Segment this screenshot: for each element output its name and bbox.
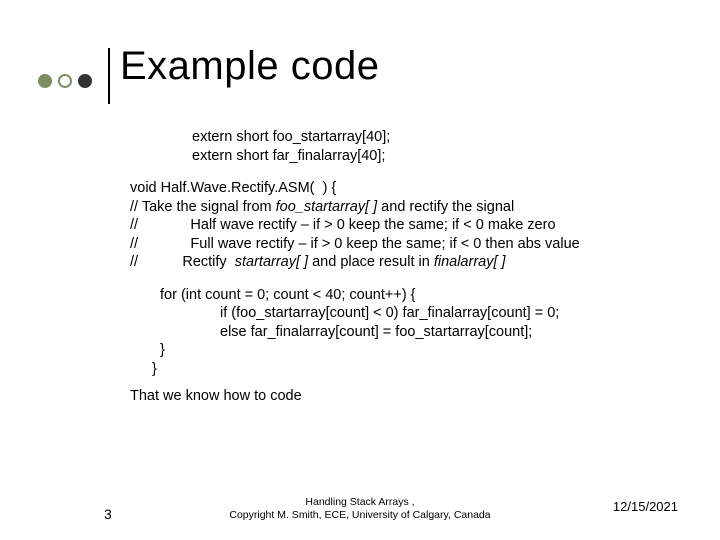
code-line: extern short foo_startarray[40];: [130, 128, 690, 147]
text-italic: finalarray[ ]: [434, 254, 506, 270]
slide: Example code extern short foo_startarray…: [0, 0, 720, 540]
text: and rectify the signal: [377, 199, 514, 215]
bullet-icon: [58, 74, 72, 88]
closing-text: That we know how to code: [130, 387, 690, 406]
spacer: [130, 165, 690, 179]
footer-date: 12/15/2021: [613, 499, 678, 514]
code-line: void Half.Wave.Rectify.ASM( ) {: [130, 179, 690, 198]
title-bullets: [38, 74, 92, 88]
bullet-icon: [38, 74, 52, 88]
text: // Rectify: [130, 254, 235, 270]
code-line: // Rectify startarray[ ] and place resul…: [130, 253, 690, 272]
text: // Take the signal from: [130, 199, 276, 215]
title-divider: [108, 48, 110, 104]
bullet-icon: [78, 74, 92, 88]
code-line: // Full wave rectify – if > 0 keep the s…: [130, 235, 690, 254]
text-italic: startarray[ ]: [235, 254, 308, 270]
code-line: }: [130, 360, 690, 379]
code-line: // Take the signal from foo_startarray[ …: [130, 198, 690, 217]
text-italic: foo_startarray[ ]: [276, 199, 378, 215]
code-line: if (foo_startarray[count] < 0) far_final…: [130, 304, 690, 323]
text: and place result in: [308, 254, 434, 270]
slide-body: extern short foo_startarray[40]; extern …: [130, 128, 690, 405]
code-line: }: [130, 341, 690, 360]
spacer: [130, 272, 690, 286]
code-line: for (int count = 0; count < 40; count++)…: [130, 286, 690, 305]
code-line: else far_finalarray[count] = foo_startar…: [130, 323, 690, 342]
code-line: extern short far_finalarray[40];: [130, 147, 690, 166]
slide-title: Example code: [120, 44, 379, 89]
code-line: // Half wave rectify – if > 0 keep the s…: [130, 216, 690, 235]
